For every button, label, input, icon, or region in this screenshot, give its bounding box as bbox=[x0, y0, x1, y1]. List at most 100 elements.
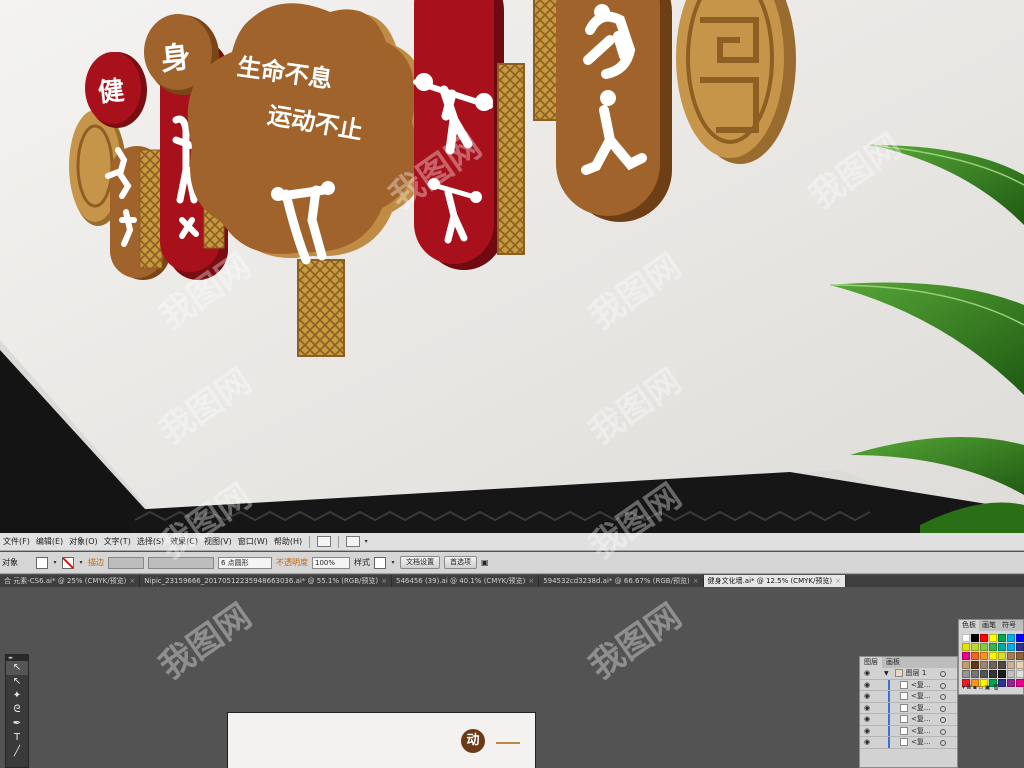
sublayer-row[interactable]: ◉ <复... bbox=[860, 691, 957, 703]
visibility-eye-icon[interactable]: ◉ bbox=[862, 727, 872, 735]
close-icon[interactable]: × bbox=[528, 577, 534, 585]
sublayer-name[interactable]: <复... bbox=[911, 714, 931, 724]
color-swatch[interactable] bbox=[998, 643, 1006, 651]
color-swatch[interactable] bbox=[980, 643, 988, 651]
variable-width-field[interactable] bbox=[148, 556, 214, 569]
target-circle-icon[interactable] bbox=[940, 682, 946, 689]
artboard[interactable]: 动 bbox=[227, 712, 536, 768]
graphic-style-swatch[interactable] bbox=[374, 556, 386, 569]
color-swatch[interactable] bbox=[962, 652, 970, 660]
chevron-down-icon[interactable]: ▾ bbox=[390, 558, 396, 568]
visibility-eye-icon[interactable]: ◉ bbox=[862, 692, 872, 700]
color-swatch[interactable] bbox=[971, 643, 979, 651]
sublayer-name[interactable]: <复... bbox=[911, 703, 931, 713]
visibility-eye-icon[interactable]: ◉ bbox=[862, 681, 872, 689]
color-swatch[interactable] bbox=[989, 634, 997, 642]
stroke-weight-field[interactable] bbox=[108, 556, 144, 569]
color-swatch[interactable] bbox=[980, 634, 988, 642]
tab-symbols[interactable]: 符号 bbox=[999, 620, 1019, 631]
color-swatch[interactable] bbox=[989, 643, 997, 651]
color-swatch[interactable] bbox=[962, 643, 970, 651]
visibility-eye-icon[interactable]: ◉ bbox=[862, 669, 872, 677]
color-swatch[interactable] bbox=[998, 652, 1006, 660]
sublayer-row[interactable]: ◉ <复... bbox=[860, 714, 957, 726]
color-swatch[interactable] bbox=[980, 670, 988, 678]
target-circle-icon[interactable] bbox=[940, 671, 946, 677]
document-setup-button[interactable]: 文档设置 bbox=[400, 556, 440, 569]
target-circle-icon[interactable] bbox=[940, 694, 946, 700]
lasso-tool-icon[interactable]: ᘓ bbox=[6, 703, 28, 717]
menu-edit[interactable]: 编辑(E) bbox=[33, 536, 66, 547]
menu-file[interactable]: 文件(F) bbox=[0, 536, 33, 547]
sublayer-name[interactable]: <复... bbox=[911, 691, 931, 701]
tab-layers[interactable]: 图层 bbox=[860, 657, 882, 668]
pen-tool-icon[interactable]: ✒ bbox=[6, 717, 28, 731]
tab-artboards[interactable]: 画板 bbox=[882, 657, 904, 668]
close-icon[interactable]: × bbox=[693, 577, 699, 585]
layer-row[interactable]: ◉ ▼ 图层 1 bbox=[860, 668, 957, 680]
swatches-footer-icons[interactable]: ▾ 𝄜 ▪ ▫ ▣ 🗑 bbox=[962, 684, 1000, 692]
color-swatch[interactable] bbox=[962, 634, 970, 642]
color-swatch[interactable] bbox=[1007, 643, 1015, 651]
color-swatch[interactable] bbox=[1016, 643, 1024, 651]
arrange-documents-icon[interactable] bbox=[346, 536, 361, 547]
sublayer-name[interactable]: <复... bbox=[911, 680, 931, 690]
visibility-eye-icon[interactable]: ◉ bbox=[862, 715, 872, 723]
color-swatch[interactable] bbox=[971, 652, 979, 660]
document-tab[interactable]: 合 元素-CS6.ai* @ 25% (CMYK/预览) × bbox=[0, 575, 141, 587]
color-swatch[interactable] bbox=[998, 661, 1006, 669]
color-swatch[interactable] bbox=[989, 652, 997, 660]
color-swatch[interactable] bbox=[1016, 634, 1024, 642]
color-swatch[interactable] bbox=[1007, 661, 1015, 669]
target-circle-icon[interactable] bbox=[940, 717, 946, 723]
color-swatch[interactable] bbox=[1007, 679, 1015, 687]
direct-selection-tool-icon[interactable]: ↖ bbox=[6, 675, 28, 689]
sublayer-row[interactable]: ◉ <复... bbox=[860, 725, 957, 737]
menu-help[interactable]: 帮助(H) bbox=[271, 536, 305, 547]
close-icon[interactable]: × bbox=[381, 577, 387, 585]
selection-tool-icon[interactable]: ↖ bbox=[6, 661, 28, 675]
type-tool-icon[interactable]: T bbox=[6, 731, 28, 745]
sublayer-name[interactable]: <复... bbox=[911, 737, 931, 747]
artboard-badge[interactable]: 动 bbox=[461, 729, 485, 753]
color-swatch[interactable] bbox=[1016, 661, 1024, 669]
tab-brushes[interactable]: 画笔 bbox=[979, 620, 999, 631]
chevron-down-icon[interactable]: ▾ bbox=[52, 558, 58, 568]
color-swatch[interactable] bbox=[1007, 670, 1015, 678]
layer-name[interactable]: 图层 1 bbox=[906, 668, 927, 678]
menu-effect[interactable]: 效果(C) bbox=[167, 536, 201, 547]
stroke-swatch[interactable] bbox=[62, 556, 74, 569]
sublayer-name[interactable]: <复... bbox=[911, 726, 931, 736]
target-circle-icon[interactable] bbox=[940, 740, 946, 746]
color-swatch[interactable] bbox=[989, 670, 997, 678]
menu-view[interactable]: 视图(V) bbox=[201, 536, 235, 547]
visibility-eye-icon[interactable]: ◉ bbox=[862, 704, 872, 712]
opacity-field[interactable]: 100% bbox=[312, 556, 350, 569]
document-tab-active[interactable]: 健身文化墙.ai* @ 12.5% (CMYK/预览) × bbox=[703, 575, 846, 587]
color-swatch[interactable] bbox=[980, 661, 988, 669]
color-swatch[interactable] bbox=[962, 670, 970, 678]
menu-object[interactable]: 对象(O) bbox=[66, 536, 101, 547]
document-tab[interactable]: 546456 (39).ai @ 40.1% (CMYK/预览) × bbox=[392, 575, 540, 587]
line-tool-icon[interactable]: ╱ bbox=[6, 745, 28, 759]
chevron-down-icon[interactable]: ▾ bbox=[78, 558, 84, 568]
stroke-label[interactable]: 描边 bbox=[88, 557, 104, 568]
color-swatch[interactable] bbox=[1016, 679, 1024, 687]
target-circle-icon[interactable] bbox=[940, 728, 946, 735]
menu-type[interactable]: 文字(T) bbox=[101, 536, 134, 547]
document-tab[interactable]: 594532cd3238d.ai* @ 66.67% (RGB/预览) × bbox=[539, 575, 704, 587]
sublayer-row[interactable]: ◉ <复... bbox=[860, 679, 957, 691]
opacity-label[interactable]: 不透明度 bbox=[276, 557, 308, 568]
disclosure-triangle-icon[interactable]: ▼ bbox=[884, 670, 889, 677]
sublayer-row[interactable]: ◉ <复... bbox=[860, 702, 957, 714]
color-swatch[interactable] bbox=[971, 670, 979, 678]
artboard-ornament[interactable] bbox=[496, 742, 520, 744]
color-swatch[interactable] bbox=[989, 661, 997, 669]
color-swatch[interactable] bbox=[998, 670, 1006, 678]
document-tab[interactable]: Nipic_23159666_20170512235948663036.ai* … bbox=[140, 575, 392, 587]
close-icon[interactable]: × bbox=[835, 577, 841, 585]
brush-definition-field[interactable]: 6 点圆形 bbox=[218, 556, 272, 569]
chevron-down-icon[interactable]: ▾ bbox=[363, 537, 369, 547]
menu-window[interactable]: 窗口(W) bbox=[235, 536, 271, 547]
color-swatch[interactable] bbox=[971, 634, 979, 642]
